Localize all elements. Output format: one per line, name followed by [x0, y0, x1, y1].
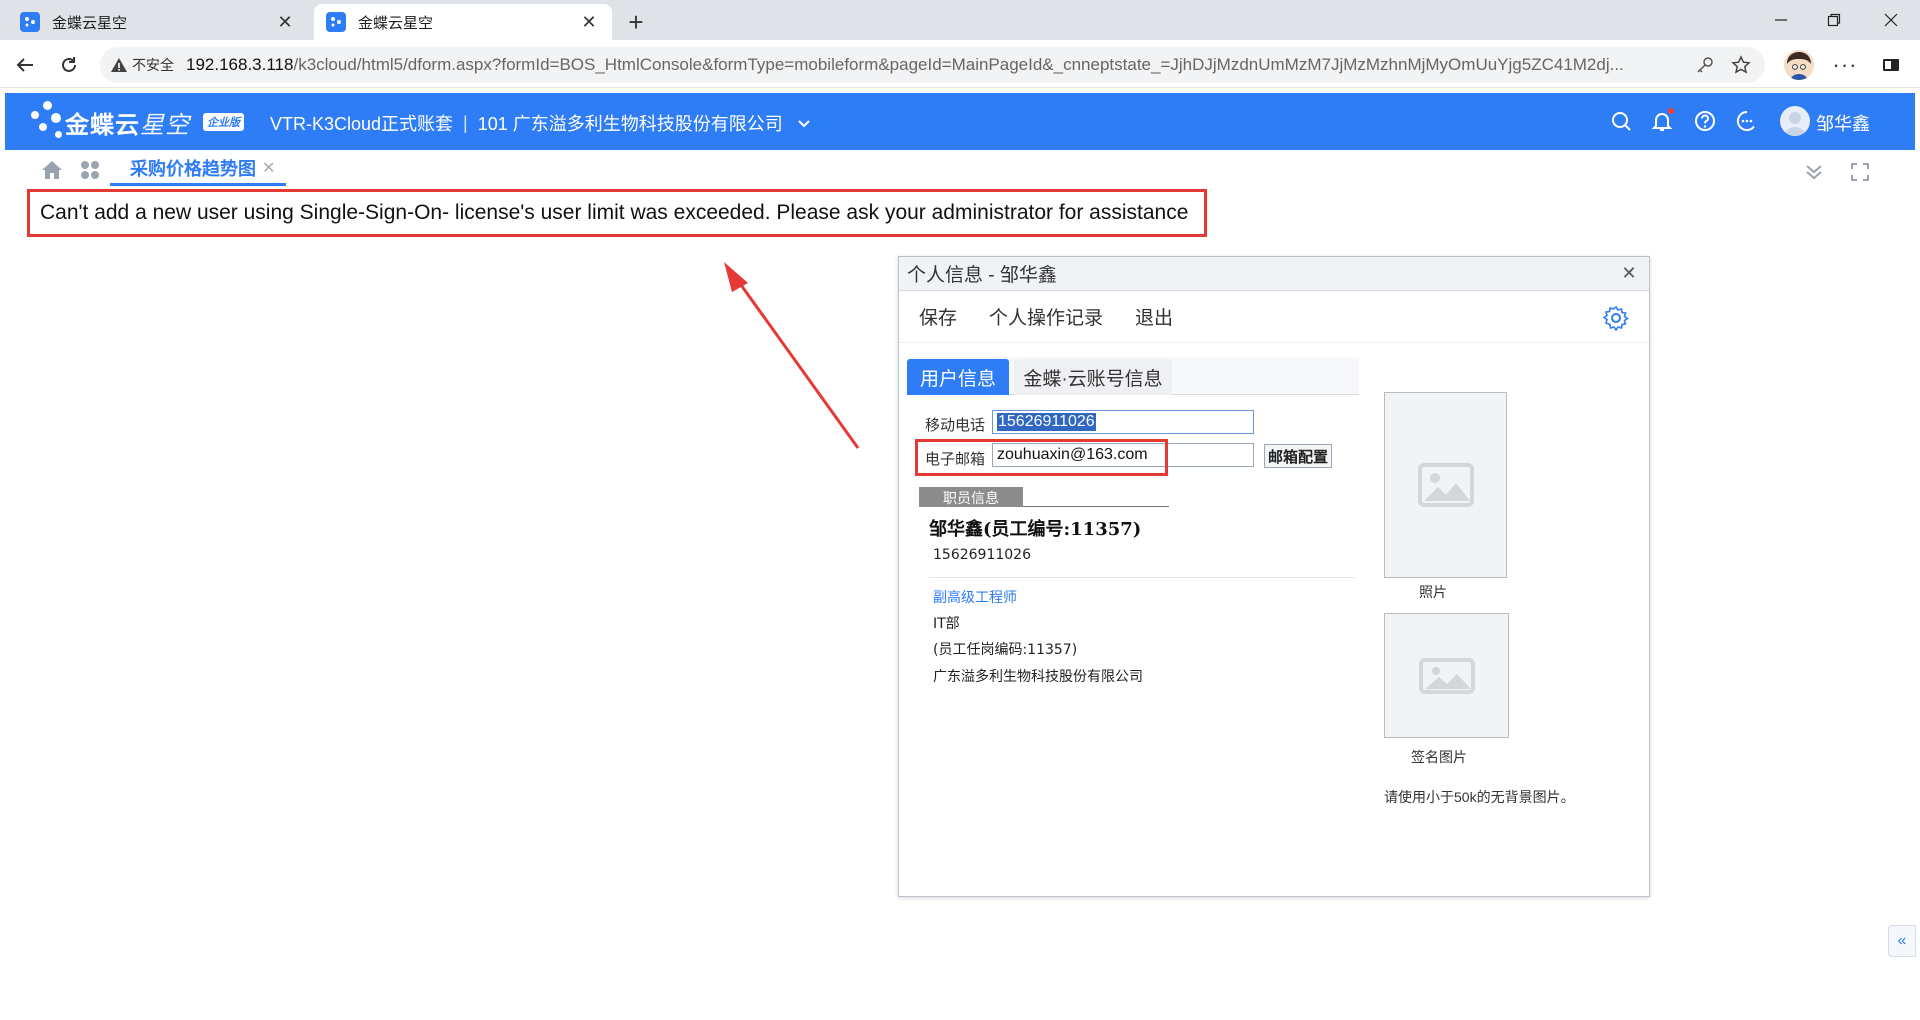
browser-tab-bar: 金蝶云星空 ✕ 金蝶云星空 ✕ + [0, 0, 1920, 40]
mobile-field[interactable]: 15626911026 [992, 410, 1254, 434]
operation-log-button[interactable]: 个人操作记录 [989, 303, 1103, 330]
profile-avatar[interactable] [1784, 50, 1814, 80]
account-selector[interactable]: VTR-K3Cloud正式账套 | 101 广东溢多利生物科技股份有限公司 [270, 110, 811, 136]
photo-upload[interactable] [1384, 392, 1507, 578]
new-tab-button[interactable]: + [620, 6, 652, 38]
account-separator: | [463, 112, 468, 133]
chevron-down-icon [798, 120, 810, 128]
dialog-tab-strip: 用户信息 金蝶·云账号信息 [907, 357, 1359, 395]
employee-divider [929, 577, 1355, 578]
signature-upload[interactable] [1384, 613, 1509, 738]
address-bar[interactable]: 不安全 192.168.3.118/k3cloud/html5/dform.as… [100, 47, 1765, 83]
url-host: 192.168.3.118 [186, 55, 294, 74]
image-placeholder-icon [1418, 657, 1475, 694]
personal-info-dialog: 个人信息 - 邹华鑫 ✕ 保存 个人操作记录 退出 用户信息 金蝶·云账号信息 … [898, 256, 1650, 897]
url-text[interactable]: 192.168.3.118/k3cloud/html5/dform.aspx?f… [186, 55, 1683, 75]
tab-purchase-price-trend[interactable]: 采购价格趋势图 ✕ [110, 152, 286, 186]
error-message: Can't add a new user using Single-Sign-O… [40, 201, 1189, 224]
reload-icon [62, 57, 76, 72]
chat-more-icon[interactable] [1734, 108, 1760, 134]
employee-section-header: 职员信息 [919, 487, 1169, 507]
signature-caption: 签名图片 [1411, 749, 1467, 765]
employee-company: 广东溢多利生物科技股份有限公司 [933, 669, 1143, 685]
browser-toolbar: 不安全 192.168.3.118/k3cloud/html5/dform.as… [0, 40, 1920, 88]
account-name: VTR-K3Cloud正式账套 [270, 114, 454, 134]
star-icon[interactable] [1727, 51, 1755, 79]
employee-post-code: (员工任岗编码:11357) [933, 642, 1078, 658]
notification-dot [1668, 108, 1674, 114]
kingdee-logo[interactable]: 金蝶云星空 企业版 [25, 95, 245, 147]
sidebar-toggle-icon[interactable] [1876, 50, 1906, 80]
employee-title-link[interactable]: 副高级工程师 [933, 587, 1017, 607]
url-path: /k3cloud/html5/dform.aspx?formId=BOS_Htm… [293, 55, 1624, 74]
error-message-highlight: Can't add a new user using Single-Sign-O… [27, 189, 1207, 237]
chevron-double-down-icon[interactable] [1802, 160, 1826, 184]
close-window-button[interactable] [1862, 0, 1920, 40]
user-name[interactable]: 邹华鑫 [1816, 110, 1870, 136]
key-icon[interactable] [1691, 51, 1719, 79]
close-dialog-icon[interactable]: ✕ [1619, 263, 1639, 283]
back-button[interactable] [8, 48, 42, 82]
help-icon[interactable] [1692, 108, 1718, 134]
kingdee-favicon-icon [326, 12, 346, 32]
restore-button[interactable] [1805, 0, 1863, 40]
security-indicator[interactable]: 不安全 [110, 55, 174, 75]
logo-light: 星空 [140, 112, 190, 139]
bell-icon[interactable] [1649, 108, 1675, 134]
browser-tab-1[interactable]: 金蝶云星空 ✕ [8, 4, 308, 40]
dialog-title: 个人信息 - 邹华鑫 [907, 265, 1057, 286]
save-button[interactable]: 保存 [919, 303, 957, 330]
tab-cloud-account[interactable]: 金蝶·云账号信息 [1014, 359, 1172, 395]
more-menu-icon[interactable]: ··· [1830, 50, 1860, 80]
image-placeholder-icon [1417, 463, 1474, 507]
search-icon[interactable] [1608, 108, 1634, 134]
image-hint: 请使用小于50k的无背景图片。 [1384, 789, 1575, 805]
email-highlight [915, 439, 1168, 476]
home-icon[interactable] [40, 158, 64, 182]
insecure-label: 不安全 [132, 57, 174, 73]
fullscreen-icon[interactable] [1848, 160, 1872, 184]
mobile-label: 移动电话 [925, 417, 986, 434]
tab-label: 采购价格趋势图 [130, 158, 256, 179]
gear-icon[interactable] [1603, 305, 1629, 331]
app-header: 金蝶云星空 企业版 VTR-K3Cloud正式账套 | 101 广东溢多利生物科… [5, 93, 1915, 150]
dialog-title-bar[interactable]: 个人信息 - 邹华鑫 [899, 257, 1649, 291]
photo-caption: 照片 [1419, 584, 1447, 600]
reload-button[interactable] [52, 48, 86, 82]
user-avatar[interactable] [1780, 106, 1810, 136]
browser-tab-title: 金蝶云星空 [358, 14, 434, 32]
minimize-button[interactable] [1752, 0, 1810, 40]
employee-phone: 15626911026 [933, 547, 1031, 563]
browser-tab-title: 金蝶云星空 [52, 14, 128, 32]
logo-text: 金蝶云星空 [65, 105, 190, 140]
employee-department: IT部 [933, 616, 960, 632]
tab-user-info[interactable]: 用户信息 [907, 359, 1009, 395]
employee-name: 邹华鑫(员工编号:11357) [929, 519, 1142, 540]
employee-section-label: 职员信息 [919, 487, 1023, 507]
browser-tab-2[interactable]: 金蝶云星空 ✕ [314, 4, 612, 40]
company-name: 101 广东溢多利生物科技股份有限公司 [477, 114, 783, 134]
close-tab-icon[interactable]: ✕ [578, 11, 600, 33]
exit-button[interactable]: 退出 [1135, 303, 1173, 330]
mail-config-button[interactable]: 邮箱配置 [1264, 444, 1332, 468]
warning-icon [111, 58, 127, 72]
arrow-left-icon [16, 58, 33, 72]
dialog-toolbar: 保存 个人操作记录 退出 [899, 291, 1649, 343]
mobile-value: 15626911026 [997, 413, 1096, 431]
edition-badge: 企业版 [203, 113, 244, 131]
chevron-double-left-icon[interactable]: « [1888, 925, 1916, 957]
logo-bold: 金蝶云 [65, 112, 140, 139]
close-tab-icon[interactable]: ✕ [274, 11, 296, 33]
kingdee-favicon-icon [20, 12, 40, 32]
page-tab-strip: 采购价格趋势图 ✕ [5, 152, 1915, 188]
close-tab-icon[interactable]: ✕ [262, 158, 275, 178]
app-grid-icon[interactable] [79, 159, 101, 181]
